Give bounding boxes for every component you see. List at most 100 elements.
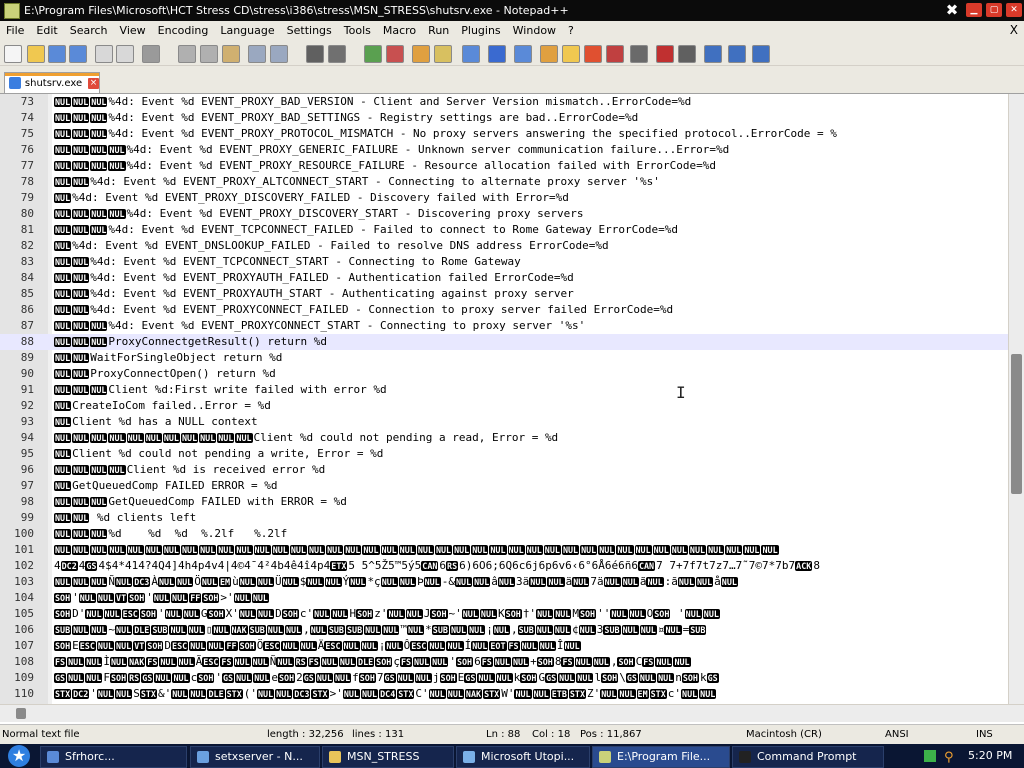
play-macro-icon[interactable] <box>704 45 722 63</box>
line-text[interactable]: NUL NUL NUL NUL NUL NUL NUL NUL NUL NUL NUL Client … <box>54 430 1008 446</box>
taskbar-button[interactable]: Microsoft Utopi... <box>456 746 590 768</box>
taskbar-button[interactable]: setxserver - N... <box>190 746 320 768</box>
horizontal-scroll-thumb[interactable] <box>16 708 26 719</box>
all-chars-icon[interactable] <box>488 45 506 63</box>
line-text[interactable]: FS NUL NUL ÌNUL NAK FS NUL NUL ÃESC FS NUL NUL ÑNUL R… <box>54 654 1008 670</box>
line-text[interactable]: NUL NUL %4d: Event %d EVENT_PROXYCONNECT_F… <box>54 302 1008 318</box>
editor-line[interactable]: 105 SOH D'NUL NUL ESC SOH 'NUL NUL GSOH X'NUL NUL D… <box>0 606 1008 622</box>
editor-line[interactable]: 103 NUL NUL NUL ÑNUL DC3 ÀNUL NUL ÖNUL EM ùNUL NUL Ü… <box>0 574 1008 590</box>
tab-close-icon[interactable]: × <box>88 77 99 89</box>
line-text[interactable]: NUL NUL NUL %4d: Event %d EVENT_PROXYCONNEC… <box>54 318 1008 334</box>
line-text[interactable]: NUL NUL %4d: Event %d EVENT_PROXYAUTH_STAR… <box>54 286 1008 302</box>
editor-line[interactable]: 93 NUL Client %d has a NULL context <box>0 414 1008 430</box>
close-document-icon[interactable]: ✖ <box>943 1 961 19</box>
editor-line[interactable]: 106 SUB NUL NUL ~NUL DLE SUB NUL NUL ▯NUL NAK SUB NU… <box>0 622 1008 638</box>
editor-line[interactable]: 91 NUL NUL NUL Client %d:First write failed … <box>0 382 1008 398</box>
horizontal-scrollbar[interactable] <box>0 704 1024 722</box>
record-macro-icon[interactable] <box>656 45 674 63</box>
find-icon[interactable] <box>306 45 324 63</box>
play-multiple-icon[interactable] <box>728 45 746 63</box>
line-text[interactable]: SOH EESC NUL NUL VT SOH DESC NUL NUL FF SOH ÖESC NUL… <box>54 638 1008 654</box>
editor-line[interactable]: 95 NUL Client %d could not pending a write… <box>0 446 1008 462</box>
line-text[interactable]: SUB NUL NUL ~NUL DLE SUB NUL NUL ▯NUL NAK SUB NUL NU… <box>54 622 1008 638</box>
paste-icon[interactable] <box>222 45 240 63</box>
line-text[interactable]: NUL NUL WaitForSingleObject return %d <box>54 350 1008 366</box>
line-text[interactable]: SOH 'NUL NUL VT SOH 'NUL NUL FF SOH >'NUL NUL <box>54 590 1008 606</box>
editor-line[interactable]: 107 SOH EESC NUL NUL VT SOH DESC NUL NUL FF SOH ÖESC… <box>0 638 1008 654</box>
line-text[interactable]: NUL NUL ProxyConnectOpen() return %d <box>54 366 1008 382</box>
editor-line[interactable]: 73 NUL NUL NUL %4d: Event %d EVENT_PROXY_BAD… <box>0 94 1008 110</box>
line-text[interactable]: GS NUL NUL FSOH RS GS NUL NUL cSOH 'GS NUL NUL eSOH 2… <box>54 670 1008 686</box>
close-button[interactable]: ✕ <box>1006 3 1022 17</box>
doc-map-icon[interactable] <box>562 45 580 63</box>
editor-line[interactable]: 76 NUL NUL NUL NUL %4d: Event %d EVENT_PROXY_… <box>0 142 1008 158</box>
wrap-icon[interactable] <box>462 45 480 63</box>
line-text[interactable]: NUL CreateIoCom failed..Error = %d <box>54 398 1008 414</box>
monitor-icon[interactable] <box>630 45 648 63</box>
cut-icon[interactable] <box>178 45 196 63</box>
taskbar-button[interactable]: MSN_STRESS <box>322 746 454 768</box>
menu-item-help[interactable]: ? <box>562 21 580 40</box>
taskbar-button[interactable]: Command Prompt <box>732 746 884 768</box>
line-text[interactable]: NUL NUL NUL %4d: Event %d EVENT_PROXY_PROTO… <box>54 126 1008 142</box>
editor-line[interactable]: 96 NUL NUL NUL NUL Client %d is received erro… <box>0 462 1008 478</box>
line-text[interactable]: NUL Client %d has a NULL context <box>54 414 1008 430</box>
line-text[interactable]: NUL NUL NUL NUL %4d: Event %d EVENT_PROXY_RE… <box>54 158 1008 174</box>
menu-item-search[interactable]: Search <box>64 21 114 40</box>
line-text[interactable]: NUL NUL %4d: Event %d EVENT_PROXYAUTH_FAIL… <box>54 270 1008 286</box>
udl-icon[interactable] <box>540 45 558 63</box>
vertical-scrollbar[interactable] <box>1008 94 1024 704</box>
network-icon[interactable] <box>924 750 936 762</box>
editor-line[interactable]: 92 NUL CreateIoCom failed..Error = %d <box>0 398 1008 414</box>
taskbar-button[interactable]: Sfrhorc... <box>40 746 187 768</box>
line-text[interactable]: NUL NUL NUL %4d: Event %d EVENT_TCPCONNECT_… <box>54 222 1008 238</box>
line-text[interactable]: NUL NUL NUL NUL %4d: Event %d EVENT_PROXY_DI… <box>54 206 1008 222</box>
editor-line[interactable]: 90 NUL NUL ProxyConnectOpen() return %d <box>0 366 1008 382</box>
editor-line[interactable]: 79 NUL %4d: Event %d EVENT_PROXY_DISCOVERY… <box>0 190 1008 206</box>
menu-item-tools[interactable]: Tools <box>338 21 377 40</box>
editor-line[interactable]: 82 NUL %4d: Event %d EVENT_DNSLOOKUP_FAILE… <box>0 238 1008 254</box>
editor-line[interactable]: 101 NUL NUL NUL NUL NUL NUL NUL NUL NUL NUL NUL NUL N… <box>0 542 1008 558</box>
editor-line[interactable]: 104 SOH 'NUL NUL VT SOH 'NUL NUL FF SOH >'NUL NUL <box>0 590 1008 606</box>
line-text[interactable]: NUL NUL NUL ProxyConnectgetResult() return … <box>54 334 1008 350</box>
vertical-scroll-thumb[interactable] <box>1011 354 1022 494</box>
line-text[interactable]: NUL %4d: Event %d EVENT_DNSLOOKUP_FAILED … <box>54 238 1008 254</box>
maximize-button[interactable]: ▢ <box>986 3 1002 17</box>
editor-line[interactable]: 77 NUL NUL NUL NUL %4d: Event %d EVENT_PROXY_… <box>0 158 1008 174</box>
editor-line[interactable]: 86 NUL NUL %4d: Event %d EVENT_PROXYCONNECT… <box>0 302 1008 318</box>
line-text[interactable]: NUL NUL %4d: Event %d EVENT_PROXY_ALTCONNE… <box>54 174 1008 190</box>
editor-line[interactable]: 78 NUL NUL %4d: Event %d EVENT_PROXY_ALTCON… <box>0 174 1008 190</box>
editor-line[interactable]: 75 NUL NUL NUL %4d: Event %d EVENT_PROXY_PRO… <box>0 126 1008 142</box>
close-all-icon[interactable] <box>116 45 134 63</box>
menu-item-window[interactable]: Window <box>507 21 562 40</box>
line-text[interactable]: STX DC2 'NUL NUL SSTX &'NUL NUL DLE STX ('NUL NUL D… <box>54 686 1008 702</box>
menu-item-view[interactable]: View <box>114 21 152 40</box>
menu-item-run[interactable]: Run <box>422 21 455 40</box>
editor-line[interactable]: 100 NUL NUL NUL %d %d %d %.2lf %.2lf <box>0 526 1008 542</box>
folder-workspace-icon[interactable] <box>606 45 624 63</box>
indent-guide-icon[interactable] <box>514 45 532 63</box>
search-icon[interactable]: ⚲ <box>944 748 954 768</box>
sync-h-icon[interactable] <box>434 45 452 63</box>
stop-macro-icon[interactable] <box>678 45 696 63</box>
save-all-icon[interactable] <box>69 45 87 63</box>
minimize-button[interactable]: ▁ <box>966 3 982 17</box>
editor-line[interactable]: 102 4DC2 4GS 4$4*414?4Q4]4h4p4v4|4©4¯4²4b4ê… <box>0 558 1008 574</box>
editor-line[interactable]: 87 NUL NUL NUL %4d: Event %d EVENT_PROXYCONN… <box>0 318 1008 334</box>
print-icon[interactable] <box>142 45 160 63</box>
undo-icon[interactable] <box>248 45 266 63</box>
copy-icon[interactable] <box>200 45 218 63</box>
save-icon[interactable] <box>48 45 66 63</box>
editor-line[interactable]: 84 NUL NUL %4d: Event %d EVENT_PROXYAUTH_FA… <box>0 270 1008 286</box>
line-text[interactable]: NUL NUL NUL NUL Client %d is received error … <box>54 462 1008 478</box>
menu-item-macro[interactable]: Macro <box>377 21 422 40</box>
menu-item-language[interactable]: Language <box>214 21 280 40</box>
editor[interactable]: 73 NUL NUL NUL %4d: Event %d EVENT_PROXY_BAD… <box>0 94 1024 704</box>
function-list-icon[interactable] <box>584 45 602 63</box>
tab-shutsrv[interactable]: shutsrv.exe × <box>4 72 100 93</box>
open-icon[interactable] <box>27 45 45 63</box>
sync-v-icon[interactable] <box>412 45 430 63</box>
editor-line[interactable]: 81 NUL NUL NUL %4d: Event %d EVENT_TCPCONNEC… <box>0 222 1008 238</box>
editor-line[interactable]: 74 NUL NUL NUL %4d: Event %d EVENT_PROXY_BAD… <box>0 110 1008 126</box>
editor-text-area[interactable]: 73 NUL NUL NUL %4d: Event %d EVENT_PROXY_BAD… <box>0 94 1008 704</box>
